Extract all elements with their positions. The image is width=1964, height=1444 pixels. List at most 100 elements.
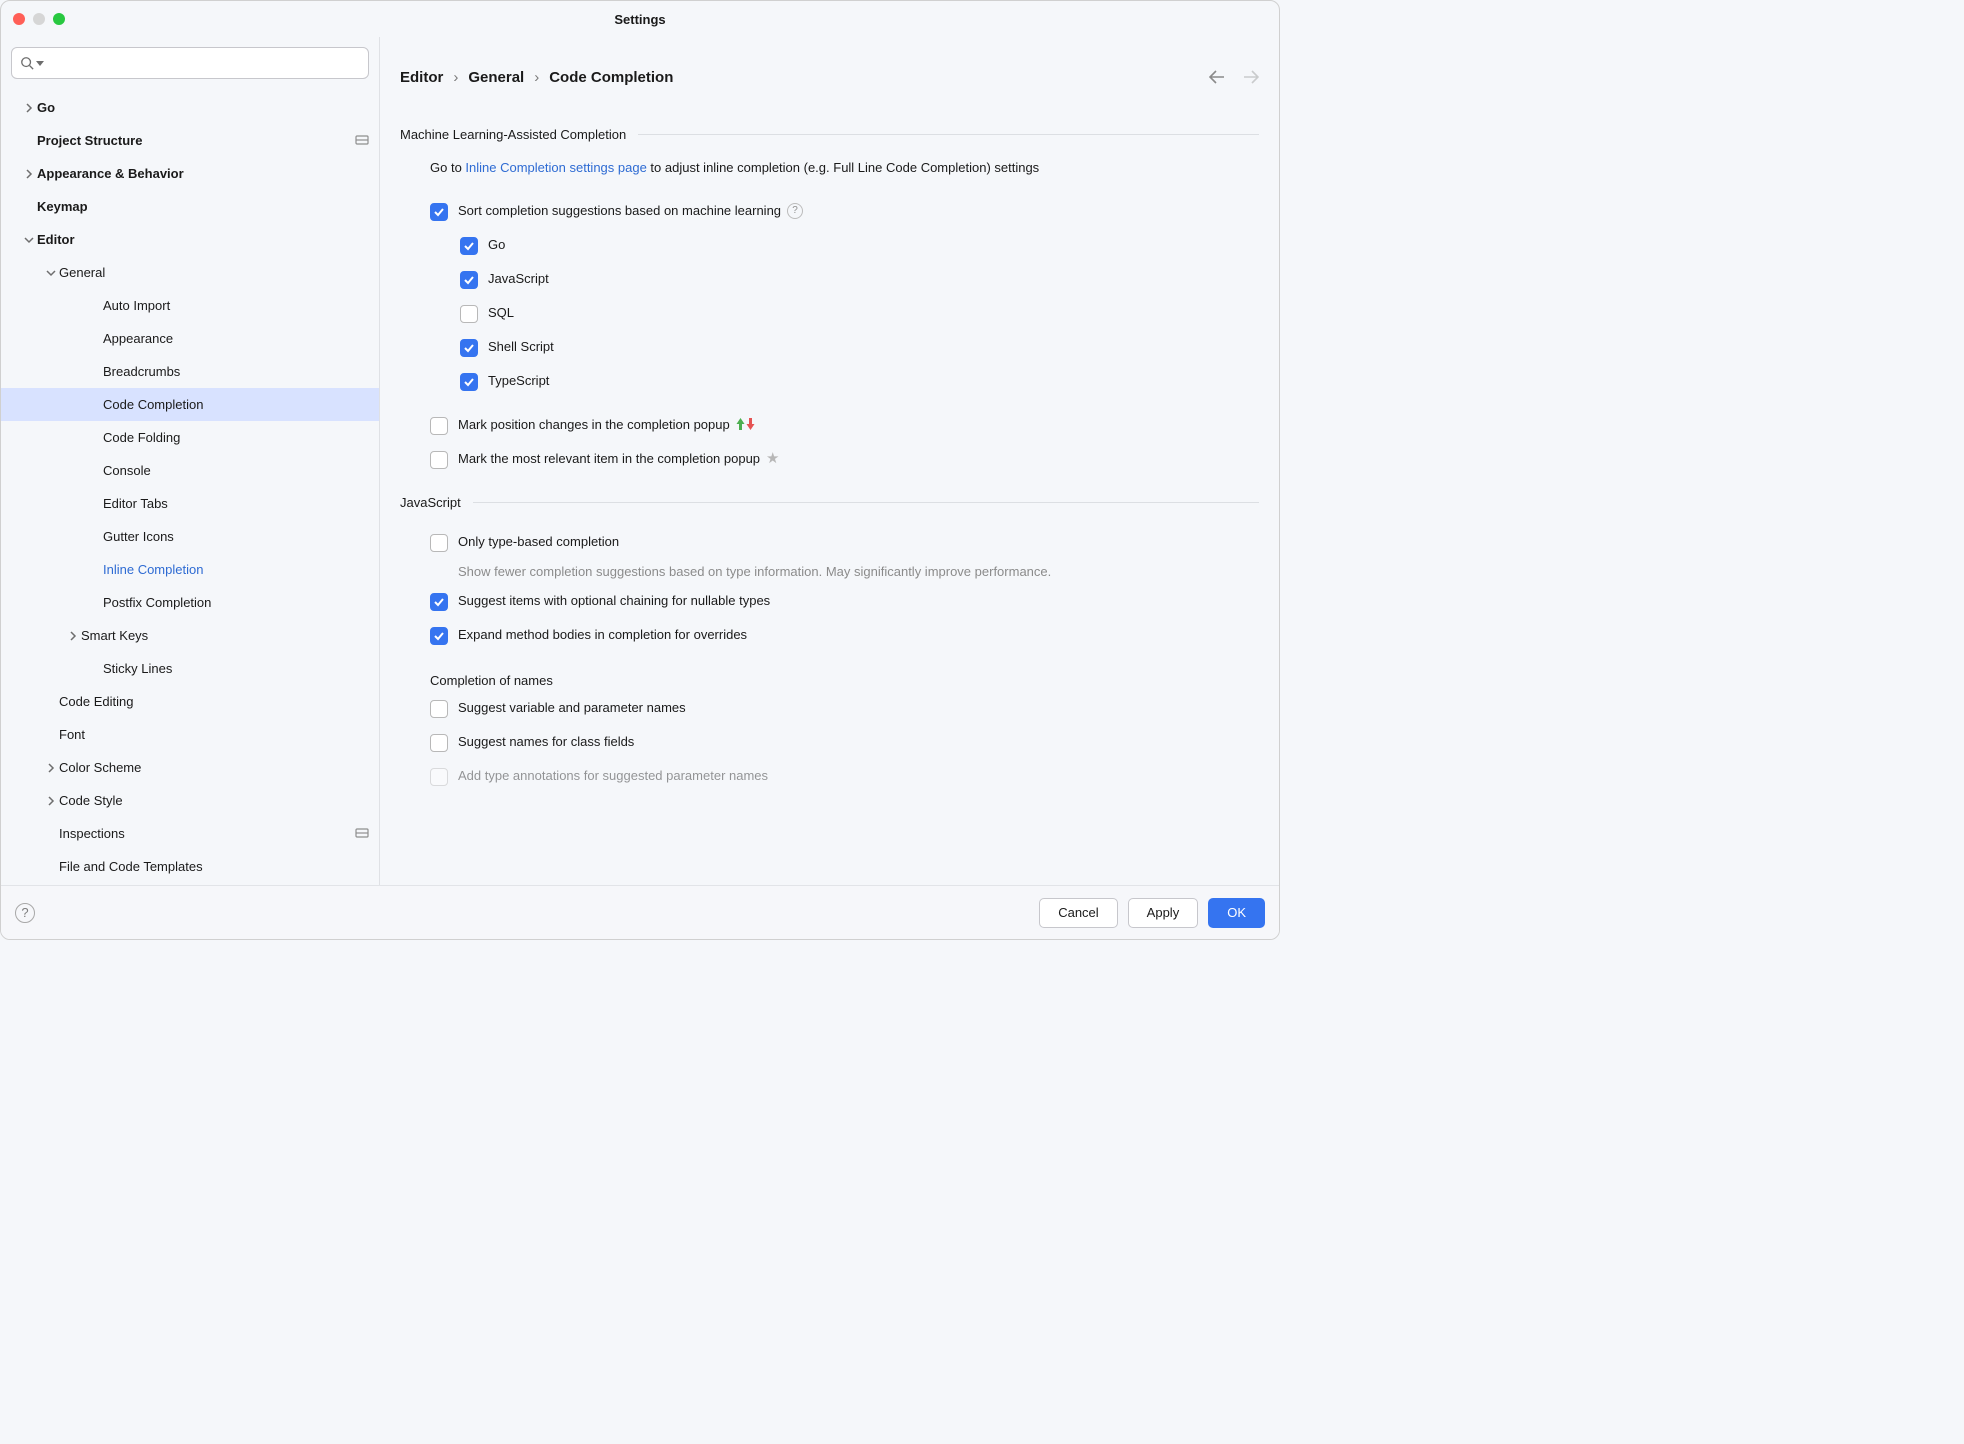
sidebar-item-code-folding[interactable]: Code Folding (1, 421, 379, 454)
sidebar-item-auto-import[interactable]: Auto Import (1, 289, 379, 322)
sidebar-item-project-structure[interactable]: Project Structure (1, 124, 379, 157)
sidebar-item-gutter-icons[interactable]: Gutter Icons (1, 520, 379, 553)
expand-bodies-checkbox[interactable] (430, 627, 448, 645)
ml-lang-row-go[interactable]: Go (460, 229, 1259, 263)
sidebar-item-file-and-code-templates[interactable]: File and Code Templates (1, 850, 379, 883)
section-header-js: JavaScript (400, 495, 1259, 510)
section-title: JavaScript (400, 495, 461, 510)
search-icon (20, 56, 34, 70)
expand-bodies-row[interactable]: Expand method bodies in completion for o… (430, 619, 1259, 653)
window-maximize-button[interactable] (53, 13, 65, 25)
ok-button[interactable]: OK (1208, 898, 1265, 928)
sort-ml-row[interactable]: Sort completion suggestions based on mac… (430, 195, 1259, 229)
mark-relevant-label: Mark the most relevant item in the compl… (458, 451, 760, 466)
sidebar-item-font[interactable]: Font (1, 718, 379, 751)
help-button[interactable]: ? (15, 903, 35, 923)
window-close-button[interactable] (13, 13, 25, 25)
section-header-ml: Machine Learning-Assisted Completion (400, 127, 1259, 142)
ml-lang-label: JavaScript (488, 271, 549, 286)
tree-twisty[interactable] (65, 628, 81, 644)
sidebar-item-postfix-completion[interactable]: Postfix Completion (1, 586, 379, 619)
ml-lang-checkbox[interactable] (460, 271, 478, 289)
sidebar-item-code-editing[interactable]: Code Editing (1, 685, 379, 718)
sidebar-item-color-scheme[interactable]: Color Scheme (1, 751, 379, 784)
sidebar-item-label: Gutter Icons (103, 529, 174, 544)
sidebar-item-console[interactable]: Console (1, 454, 379, 487)
apply-button[interactable]: Apply (1128, 898, 1199, 928)
ml-lang-row-javascript[interactable]: JavaScript (460, 263, 1259, 297)
cancel-button[interactable]: Cancel (1039, 898, 1117, 928)
sidebar-item-label: Sticky Lines (103, 661, 172, 676)
sidebar-item-appearance-behavior[interactable]: Appearance & Behavior (1, 157, 379, 190)
inline-completion-link[interactable]: Inline Completion settings page (465, 160, 646, 175)
ml-lang-checkbox[interactable] (460, 373, 478, 391)
tree-twisty (87, 331, 103, 347)
add-types-label: Add type annotations for suggested param… (458, 768, 768, 783)
window-title: Settings (614, 12, 665, 27)
sidebar-item-smart-keys[interactable]: Smart Keys (1, 619, 379, 652)
tree-twisty[interactable] (21, 100, 37, 116)
tree-twisty[interactable] (21, 166, 37, 182)
sidebar-item-code-style[interactable]: Code Style (1, 784, 379, 817)
window-minimize-button[interactable] (33, 13, 45, 25)
sidebar-item-breadcrumbs[interactable]: Breadcrumbs (1, 355, 379, 388)
ml-languages: Go JavaScript SQLShell ScriptTypeScript (430, 229, 1259, 399)
optional-chain-checkbox[interactable] (430, 593, 448, 611)
ml-lang-label: Go (488, 237, 505, 252)
sidebar-item-keymap[interactable]: Keymap (1, 190, 379, 223)
nav-arrows (1209, 70, 1259, 84)
only-type-label: Only type-based completion (458, 534, 619, 549)
sort-ml-checkbox[interactable] (430, 203, 448, 221)
tree-twisty[interactable] (21, 232, 37, 248)
breadcrumb-item: Code Completion (549, 69, 673, 86)
sidebar-item-appearance[interactable]: Appearance (1, 322, 379, 355)
help-icon[interactable]: ? (787, 203, 803, 219)
ml-lang-row-shell-script[interactable]: Shell Script (460, 331, 1259, 365)
sidebar-item-inspections[interactable]: Inspections (1, 817, 379, 850)
content[interactable]: Machine Learning-Assisted Completion Go … (380, 97, 1279, 885)
only-type-row[interactable]: Only type-based completion (430, 526, 1259, 560)
sort-ml-label: Sort completion suggestions based on mac… (458, 203, 781, 218)
breadcrumb-item[interactable]: General (468, 69, 524, 86)
only-type-checkbox[interactable] (430, 534, 448, 552)
tree-twisty[interactable] (43, 265, 59, 281)
sidebar-item-label: Inline Completion (103, 562, 203, 577)
sidebar-item-editor[interactable]: Editor (1, 223, 379, 256)
mark-relevant-row[interactable]: Mark the most relevant item in the compl… (430, 443, 1259, 477)
titlebar: Settings (1, 1, 1279, 37)
sugg-class-checkbox[interactable] (430, 734, 448, 752)
settings-tree: GoProject StructureAppearance & Behavior… (1, 87, 379, 883)
sidebar-item-code-completion[interactable]: Code Completion (1, 388, 379, 421)
tree-twisty[interactable] (43, 793, 59, 809)
tree-twisty[interactable] (43, 760, 59, 776)
ml-lang-row-typescript[interactable]: TypeScript (460, 365, 1259, 399)
section-divider (638, 134, 1259, 135)
optional-chain-label: Suggest items with optional chaining for… (458, 593, 770, 608)
mark-position-checkbox[interactable] (430, 417, 448, 435)
ml-block: Go to Inline Completion settings page to… (400, 158, 1259, 477)
sidebar-item-label: Auto Import (103, 298, 170, 313)
search-input[interactable] (46, 56, 360, 71)
tree-twisty (87, 562, 103, 578)
sidebar-item-general[interactable]: General (1, 256, 379, 289)
tree-twisty (21, 199, 37, 215)
optional-chain-row[interactable]: Suggest items with optional chaining for… (430, 585, 1259, 619)
ml-lang-row-sql[interactable]: SQL (460, 297, 1259, 331)
ml-lang-checkbox[interactable] (460, 237, 478, 255)
sidebar-item-sticky-lines[interactable]: Sticky Lines (1, 652, 379, 685)
ml-lang-checkbox[interactable] (460, 305, 478, 323)
mark-position-row[interactable]: Mark position changes in the completion … (430, 409, 1259, 443)
only-type-desc: Show fewer completion suggestions based … (430, 560, 1259, 586)
back-arrow-icon[interactable] (1209, 70, 1225, 84)
sugg-var-checkbox[interactable] (430, 700, 448, 718)
sidebar-item-inline-completion[interactable]: Inline Completion (1, 553, 379, 586)
ml-lang-checkbox[interactable] (460, 339, 478, 357)
sidebar-item-go[interactable]: Go (1, 91, 379, 124)
inline-completion-hint: Go to Inline Completion settings page to… (430, 158, 1259, 179)
sugg-class-row[interactable]: Suggest names for class fields (430, 726, 1259, 760)
breadcrumb-item[interactable]: Editor (400, 69, 443, 86)
search-field[interactable] (11, 47, 369, 79)
mark-relevant-checkbox[interactable] (430, 451, 448, 469)
sugg-var-row[interactable]: Suggest variable and parameter names (430, 692, 1259, 726)
sidebar-item-editor-tabs[interactable]: Editor Tabs (1, 487, 379, 520)
